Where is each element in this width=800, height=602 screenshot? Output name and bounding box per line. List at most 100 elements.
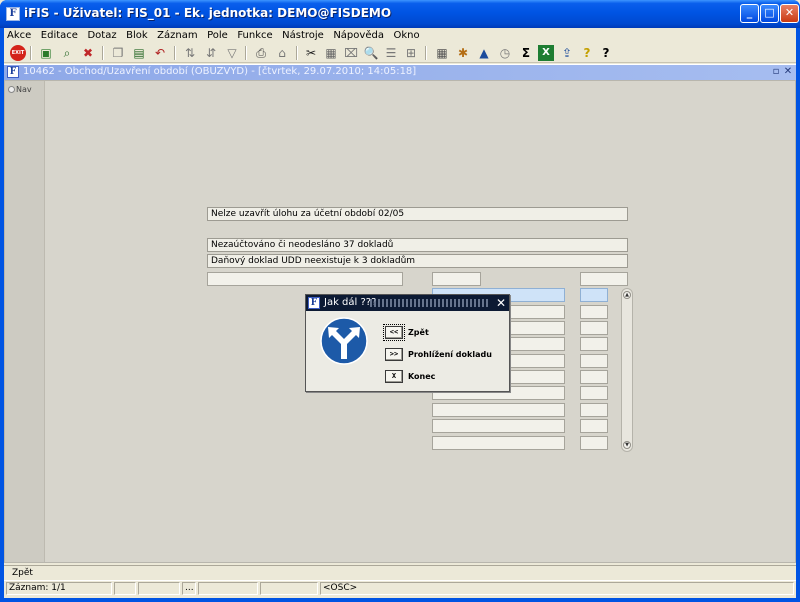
printer-icon[interactable]: ⎙ xyxy=(253,45,269,61)
back-label: Zpět xyxy=(408,328,429,337)
form-logo-icon: F xyxy=(7,66,19,78)
toolbar-separator xyxy=(296,46,298,60)
restore-form-button[interactable]: ▫ xyxy=(771,66,781,78)
toolbar-separator xyxy=(425,46,427,60)
view-document-label: Prohlížení dokladu xyxy=(408,350,492,359)
chart-icon[interactable]: ▲ xyxy=(476,45,492,61)
mode-indicator: <OSC> xyxy=(320,582,794,595)
info-help-icon[interactable]: ? xyxy=(598,45,614,61)
nav-button[interactable]: Nav xyxy=(8,85,32,94)
close-window-button[interactable]: ✕ xyxy=(780,4,799,23)
scroll-up-icon[interactable]: ▲ xyxy=(623,291,631,299)
menu-blok[interactable]: Blok xyxy=(123,28,151,43)
header-field xyxy=(580,272,628,286)
status-bar: Záznam: 1/1 ... <OSC> xyxy=(4,581,796,596)
find-icon[interactable]: 🔍 xyxy=(363,45,379,61)
end-button[interactable]: X xyxy=(385,370,403,383)
form-title-bar[interactable]: F 10462 - Obchod/Uzavření období (OBUZVY… xyxy=(4,64,796,80)
paste-icon[interactable]: ▦ xyxy=(323,45,339,61)
dialog-title: Jak dál ??? xyxy=(324,297,377,308)
maximize-button[interactable]: □ xyxy=(760,4,779,23)
list-icon[interactable]: ☰ xyxy=(383,45,399,61)
menu-editace[interactable]: Editace xyxy=(38,28,81,43)
clock-icon[interactable]: ◷ xyxy=(497,45,513,61)
record-counter: Záznam: 1/1 xyxy=(6,582,112,595)
message-field: Nezaúčtováno či neodesláno 37 dokladů xyxy=(207,238,628,252)
sum-icon[interactable]: Σ xyxy=(518,45,534,61)
grid-cell[interactable] xyxy=(580,370,608,384)
minimize-button[interactable]: _ xyxy=(740,4,759,23)
grid-cell[interactable] xyxy=(580,419,608,433)
toolbar-separator xyxy=(245,46,247,60)
save-icon[interactable]: ▣ xyxy=(38,45,54,61)
grid-cell[interactable] xyxy=(580,436,608,450)
menu-pole[interactable]: Pole xyxy=(204,28,231,43)
tree-icon[interactable]: ⊞ xyxy=(403,45,419,61)
clear-icon[interactable]: ⌧ xyxy=(343,45,359,61)
calculator-icon[interactable]: ▦ xyxy=(434,45,450,61)
menu-zaznam[interactable]: Záznam xyxy=(154,28,200,43)
form-title: 10462 - Obchod/Uzavření období (OBUZVYD)… xyxy=(23,66,417,77)
sort-desc-icon[interactable]: ⇵ xyxy=(203,45,219,61)
grid-cell[interactable] xyxy=(432,419,565,433)
status-cell xyxy=(198,582,258,595)
nav-panel: Nav xyxy=(5,81,45,562)
view-document-button[interactable]: >> xyxy=(385,348,403,361)
menu-akce[interactable]: Akce xyxy=(4,28,34,43)
choice-dialog: F Jak dál ??? ✕ << Zpět >> Prohlížení do… xyxy=(305,294,510,392)
toolbar: EXIT ▣ ⌕ ✖ ❐ ▤ ↶ ⇅ ⇵ ▽ ⎙ ⌂ ✂ ▦ ⌧ 🔍 ☰ ⊞ ▦… xyxy=(4,43,796,63)
grid-cell[interactable] xyxy=(580,321,608,335)
print-preview-icon[interactable]: ⌕ xyxy=(59,45,75,61)
nav-label: Nav xyxy=(16,85,32,94)
hint-bar: Zpět xyxy=(4,565,796,581)
toolbar-separator xyxy=(30,46,32,60)
title-grip xyxy=(370,299,490,307)
nav-radio-icon xyxy=(8,86,15,93)
dialog-close-button[interactable]: ✕ xyxy=(495,295,507,311)
status-cell: ... xyxy=(182,582,196,595)
header-field xyxy=(432,272,481,286)
fork-arrow-sign-icon xyxy=(320,317,368,365)
grid-cell[interactable] xyxy=(580,403,608,417)
app-logo-icon: F xyxy=(6,7,20,21)
excel-icon[interactable]: X xyxy=(538,45,554,61)
help-icon[interactable]: ? xyxy=(579,45,595,61)
grid-cell[interactable] xyxy=(580,386,608,400)
menu-dotaz[interactable]: Dotaz xyxy=(84,28,119,43)
message-field: Daňový doklad UDD neexistuje k 3 dokladů… xyxy=(207,254,628,268)
toolbar-separator xyxy=(102,46,104,60)
toolbar-separator xyxy=(174,46,176,60)
menu-funkce[interactable]: Funkce xyxy=(234,28,275,43)
filter-icon[interactable]: ▽ xyxy=(224,45,240,61)
window-title: iFIS - Uživatel: FIS_01 - Ek. jednotka: … xyxy=(24,6,392,20)
grid-cell[interactable] xyxy=(580,354,608,368)
back-button[interactable]: << xyxy=(383,324,405,341)
sort-asc-icon[interactable]: ⇅ xyxy=(182,45,198,61)
exit-icon[interactable]: EXIT xyxy=(10,45,26,61)
grid-scrollbar[interactable]: ▲ ▼ xyxy=(621,288,633,452)
menu-okno[interactable]: Okno xyxy=(390,28,422,43)
copy-icon[interactable]: ❐ xyxy=(110,45,126,61)
menu-napoveda[interactable]: Nápověda xyxy=(330,28,387,43)
grid-cell-active[interactable] xyxy=(580,288,608,302)
delete-icon[interactable]: ✖ xyxy=(80,45,96,61)
grid-cell[interactable] xyxy=(580,337,608,351)
settings-icon[interactable]: ✱ xyxy=(455,45,471,61)
grid-cell[interactable] xyxy=(432,403,565,417)
message-field: Nelze uzavřít úlohu za účetní období 02/… xyxy=(207,207,628,221)
hint-text: Zpět xyxy=(12,568,33,578)
dialog-logo-icon: F xyxy=(308,297,320,309)
grid-cell[interactable] xyxy=(432,436,565,450)
grid-cell[interactable] xyxy=(580,305,608,319)
export-icon[interactable]: ⇪ xyxy=(559,45,575,61)
title-bar[interactable]: F iFIS - Uživatel: FIS_01 - Ek. jednotka… xyxy=(0,0,800,28)
dialog-title-bar[interactable]: F Jak dál ??? ✕ xyxy=(306,295,509,311)
status-cell xyxy=(114,582,136,595)
cut-icon[interactable]: ✂ xyxy=(303,45,319,61)
printer-setup-icon[interactable]: ⌂ xyxy=(274,45,290,61)
menu-nastroje[interactable]: Nástroje xyxy=(279,28,327,43)
scroll-down-icon[interactable]: ▼ xyxy=(623,441,631,449)
close-form-button[interactable]: ✕ xyxy=(783,66,793,78)
undo-icon[interactable]: ↶ xyxy=(152,45,168,61)
db-icon[interactable]: ▤ xyxy=(131,45,147,61)
